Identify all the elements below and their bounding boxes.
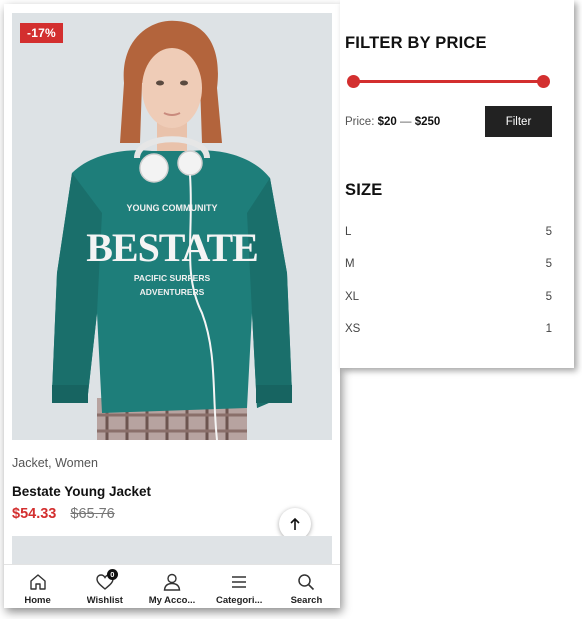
product-categories[interactable]: Jacket, Women (12, 456, 151, 470)
product-image[interactable]: YOUNG COMMUNITY BESTATE PACIFIC SURFERS … (12, 13, 332, 440)
price-label-prefix: Price: (345, 116, 375, 128)
search-icon (298, 574, 315, 591)
filter-panel: FILTER BY PRICE Price: $20 — $250 Filter… (340, 0, 574, 368)
nav-my-account[interactable]: My Acco... (138, 565, 205, 608)
size-title: SIZE (345, 181, 383, 199)
sale-badge: -17% (20, 23, 63, 43)
nav-wishlist[interactable]: 0 Wishlist (71, 565, 138, 608)
size-count: 1 (545, 323, 552, 335)
product-meta: Jacket, Women Bestate Young Jacket $54.3… (12, 456, 151, 522)
svg-text:BESTATE: BESTATE (86, 225, 258, 270)
nav-label: Wishlist (86, 595, 123, 606)
price-slider-track[interactable] (353, 80, 543, 83)
product-title[interactable]: Bestate Young Jacket (12, 484, 151, 499)
nav-label: Categori... (215, 595, 263, 606)
filter-by-price-title: FILTER BY PRICE (345, 34, 487, 52)
svg-text:YOUNG COMMUNITY: YOUNG COMMUNITY (127, 203, 218, 213)
nav-categories[interactable]: Categori... (206, 565, 273, 608)
nav-label: My Acco... (148, 595, 196, 606)
size-label: XL (345, 291, 360, 303)
nav-label: Home (24, 595, 51, 606)
size-count: 5 (545, 226, 552, 238)
home-icon (29, 574, 46, 590)
next-product-card[interactable] (12, 536, 332, 566)
sale-price: $54.33 (12, 506, 57, 522)
price-separator: — (396, 116, 415, 128)
svg-text:ADVENTURERS: ADVENTURERS (140, 287, 205, 297)
size-label: M (345, 258, 355, 270)
svg-text:PACIFIC SURFERS: PACIFIC SURFERS (134, 273, 211, 283)
size-label: L (345, 226, 352, 238)
size-option-l[interactable]: L 5 (345, 226, 552, 238)
size-option-xl[interactable]: XL 5 (345, 291, 552, 303)
nav-label: Search (290, 595, 323, 606)
price-min-value: $20 (377, 116, 397, 128)
nav-home[interactable]: Home (4, 565, 71, 608)
size-label: XS (345, 323, 361, 335)
model-photo: YOUNG COMMUNITY BESTATE PACIFIC SURFERS … (12, 13, 332, 440)
filter-button[interactable]: Filter (485, 106, 552, 137)
size-count: 5 (545, 291, 552, 303)
size-option-m[interactable]: M 5 (345, 258, 552, 270)
nav-search[interactable]: Search (273, 565, 340, 608)
user-icon (163, 573, 181, 591)
price-slider-max-handle[interactable] (537, 75, 550, 88)
original-price: $65.76 (70, 506, 115, 522)
price-max-value: $250 (414, 116, 441, 128)
product-panel: YOUNG COMMUNITY BESTATE PACIFIC SURFERS … (4, 4, 340, 608)
bottom-navigation: Home 0 Wishlist My Acco... Categori... S… (4, 564, 340, 608)
wishlist-count-badge: 0 (106, 569, 118, 580)
price-range-label: Price: $20 — $250 (345, 116, 440, 128)
menu-icon (232, 576, 247, 588)
size-option-xs[interactable]: XS 1 (345, 323, 552, 335)
size-count: 5 (545, 258, 552, 270)
price-slider-min-handle[interactable] (347, 75, 360, 88)
product-prices: $54.33 $65.76 (12, 506, 151, 522)
arrow-up-icon (290, 517, 300, 530)
